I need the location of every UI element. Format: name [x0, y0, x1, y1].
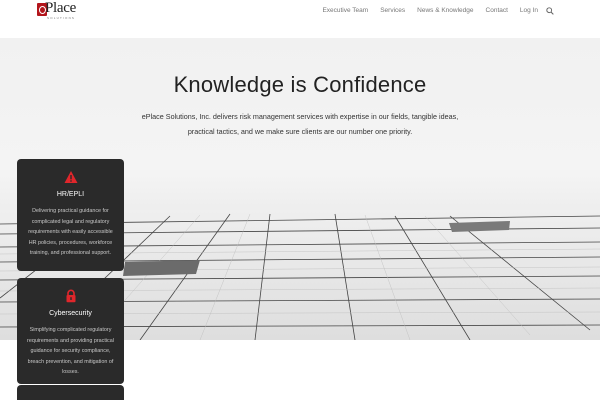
service-card-hr-epli[interactable]: HR/EPLI Delivering practical guidance fo…: [17, 159, 124, 271]
service-card-partial[interactable]: [17, 385, 124, 400]
logo-subtitle: SOLUTIONS: [47, 16, 76, 20]
nav-log-in[interactable]: Log In: [520, 7, 538, 14]
service-card-cybersecurity[interactable]: Cybersecurity Simplifying complicated re…: [17, 278, 124, 384]
card-title: Cybersecurity: [49, 310, 92, 317]
card-description: Delivering practical guidance for compli…: [28, 208, 113, 256]
nav-news-knowledge[interactable]: News & Knowledge: [417, 7, 473, 14]
search-icon[interactable]: [544, 4, 556, 16]
card-description: Simplifying complicated regulatory requi…: [27, 327, 114, 375]
hero-description: ePlace Solutions, Inc. delivers risk man…: [141, 112, 459, 136]
eplace-logo[interactable]: Place SOLUTIONS: [37, 0, 87, 21]
page: Place SOLUTIONS Executive Team Services …: [0, 0, 600, 400]
nav-executive-team[interactable]: Executive Team: [322, 7, 368, 14]
card-title: HR/EPLI: [56, 191, 85, 198]
lock-icon: [66, 289, 75, 303]
main-nav: Executive Team Services News & Knowledge…: [310, 0, 538, 20]
site-header: Place SOLUTIONS Executive Team Services …: [0, 0, 600, 38]
nav-contact[interactable]: Contact: [486, 7, 508, 14]
nav-services[interactable]: Services: [380, 7, 405, 14]
logo-text: Place: [45, 0, 76, 16]
warning-icon: [64, 171, 77, 183]
hero-title: Knowledge is Confidence: [173, 72, 427, 97]
